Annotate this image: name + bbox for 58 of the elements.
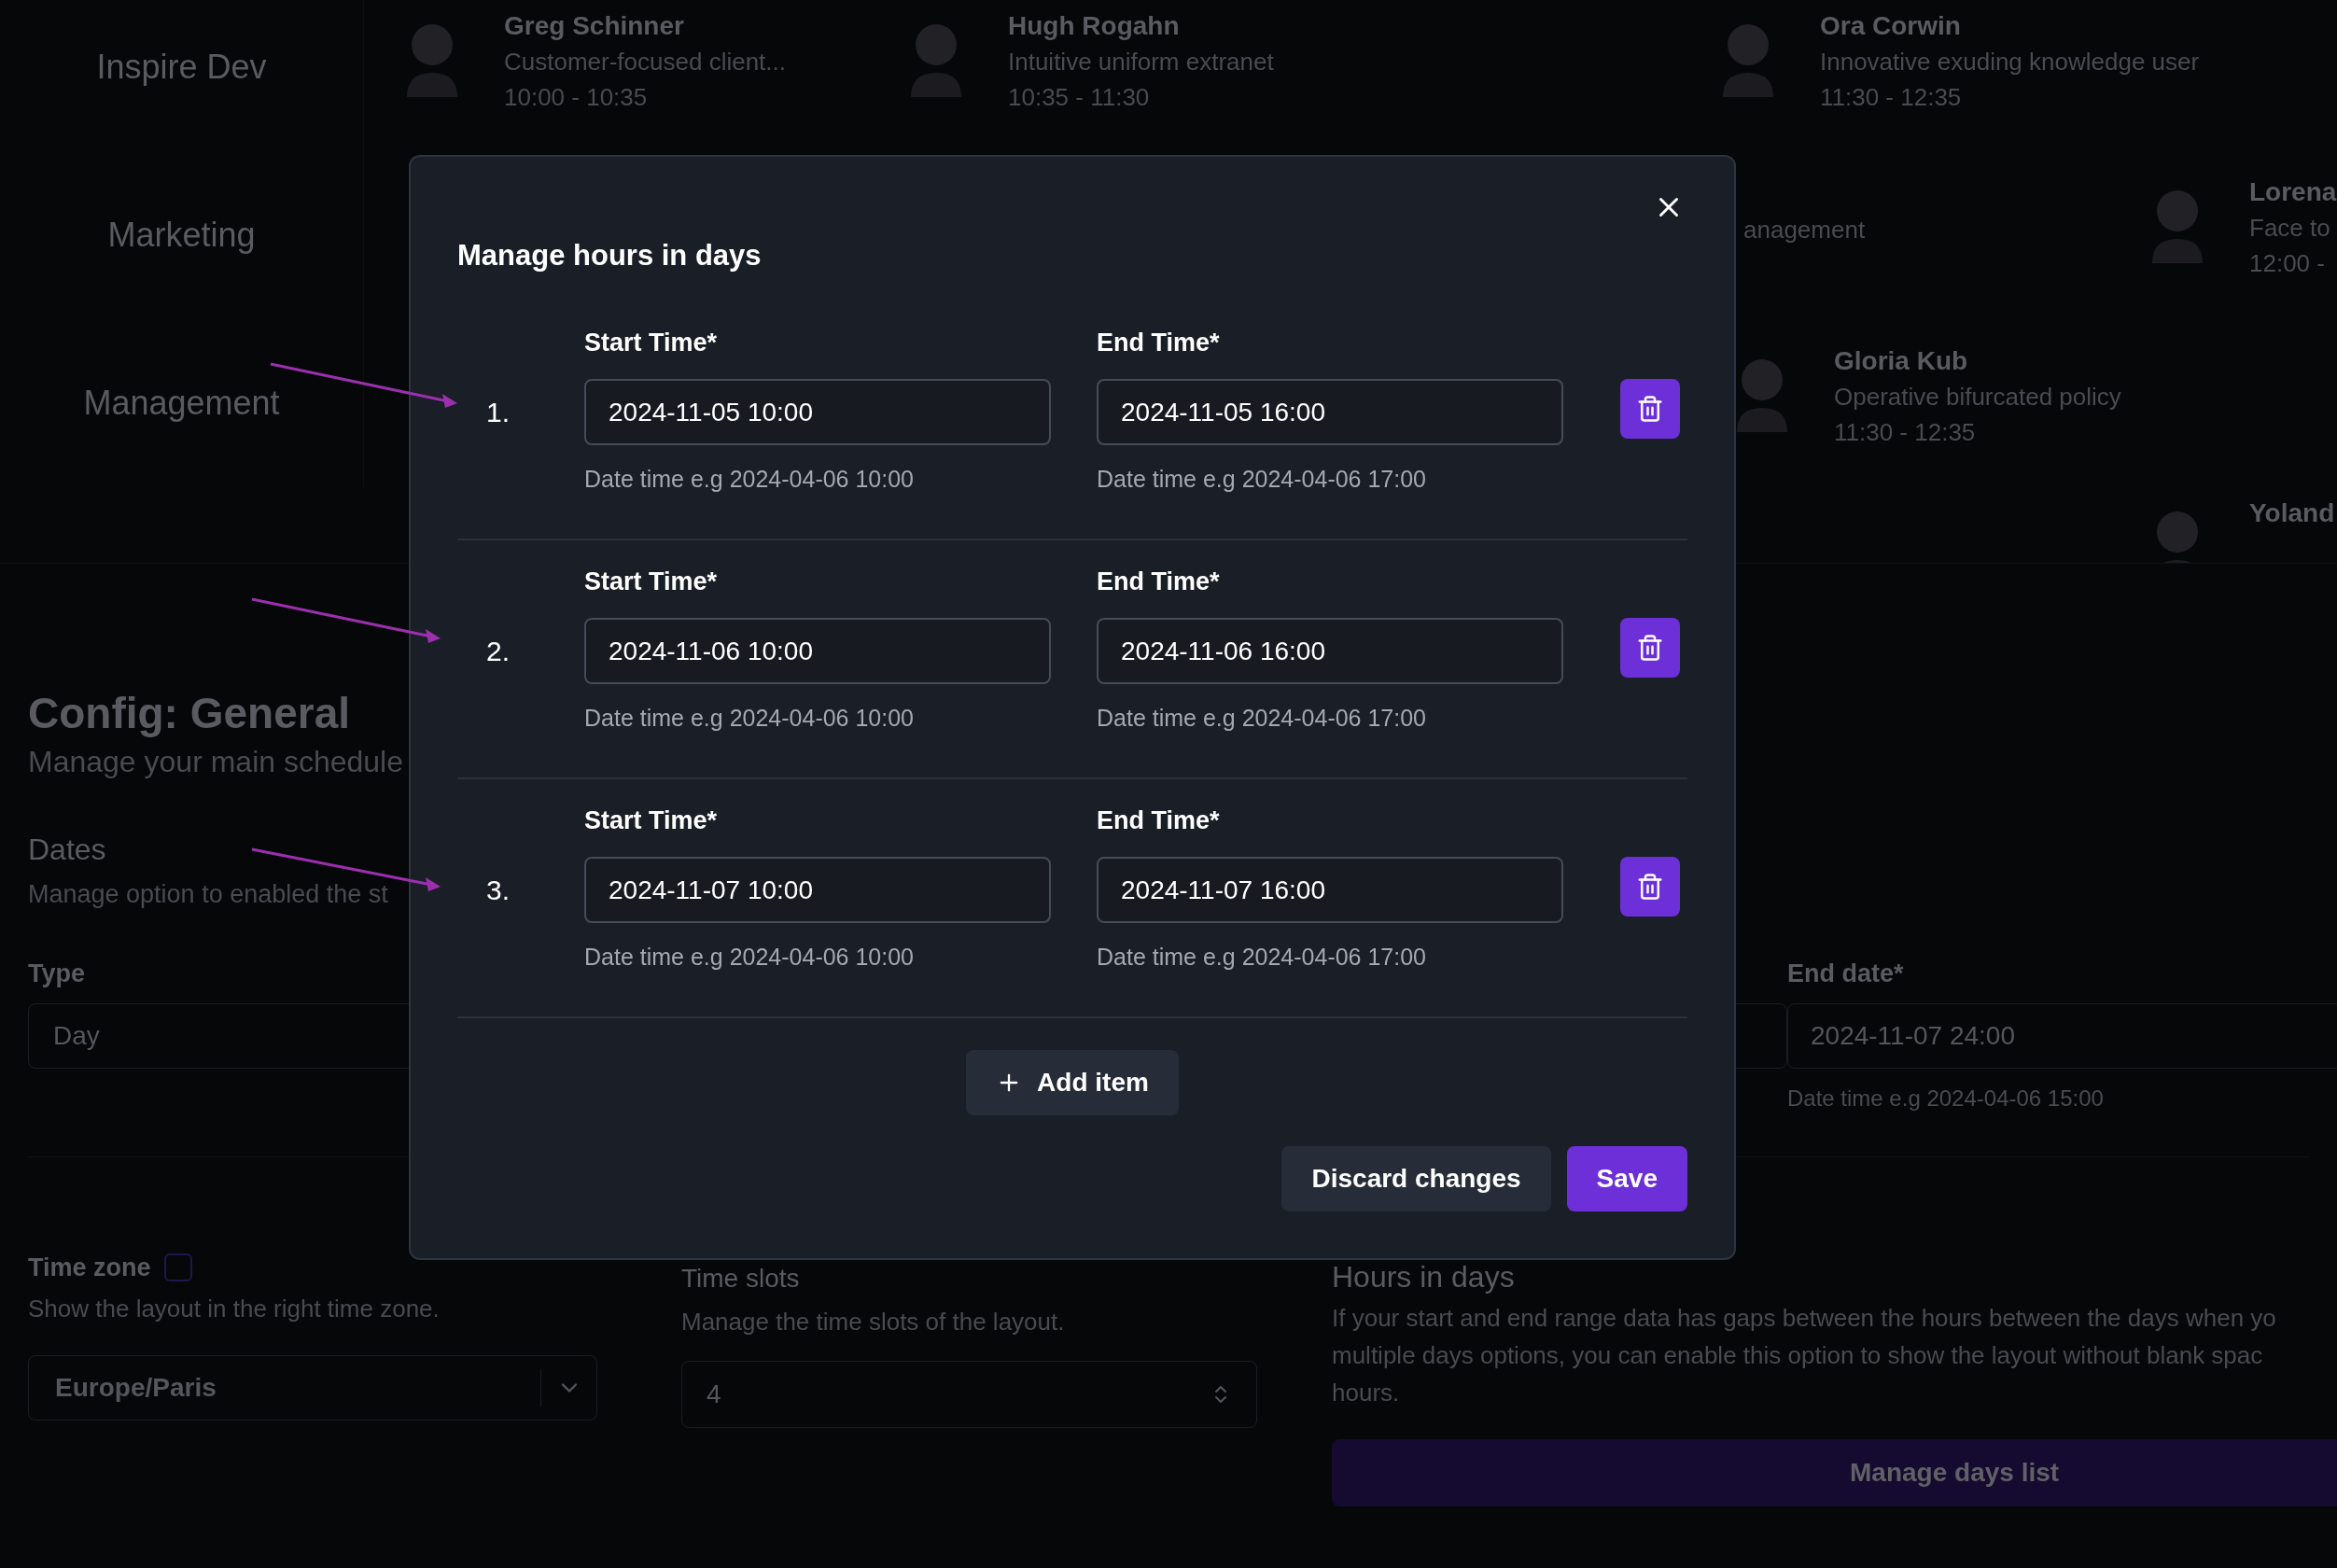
field-description: Manage the time slots of the layout. [681,1307,1065,1337]
event-name: Greg Schinner [504,10,685,42]
event-time: 12:00 - [2249,248,2326,279]
field-label: End Time* [1097,567,1221,596]
event-name: Hugh Rogahn [1008,10,1181,42]
datetime-field[interactable]: 2024-11-07 16:00 [1097,857,1563,923]
field-label: End Time* [1097,805,1221,835]
event-time: 11:30 - 12:35 [1834,417,1977,448]
page-title: Config: General [28,688,351,739]
section-description: Manage option to enabled the st [28,879,388,910]
section-title: Dates [28,832,106,868]
event-name: Lorena [2249,176,2337,208]
save-button[interactable]: Save [1566,1146,1687,1211]
datetime-field[interactable]: 2024-11-05 16:00 [1097,379,1563,445]
add-item-button[interactable]: Add item [966,1050,1179,1115]
field-label: Type [28,959,85,989]
event-name: Yoland [2249,497,2335,529]
field-hint: Date time e.g 2024-04-06 17:00 [1097,704,1427,732]
field-hint: Date time e.g 2024-04-06 17:00 [1097,943,1427,971]
event-description: Operative bifurcated policy [1834,382,2121,413]
modal-title: Manage hours in days [457,238,763,273]
event-description: Face to [2249,213,2331,244]
field-hint: Date time e.g 2024-04-06 10:00 [584,704,915,732]
field-hint: Date time e.g 2024-04-06 17:00 [1097,465,1427,493]
field-label: Start Time* [584,567,719,596]
row-label: Inspire Dev [96,47,267,88]
item-number: 1. [486,396,511,429]
event-time: 10:35 - 11:30 [1008,82,1151,113]
event-description: anagement [1743,215,1866,245]
field-hint: Date time e.g 2024-04-06 15:00 [1787,1085,2104,1113]
discard-button[interactable]: Discard changes [1281,1146,1551,1211]
field-label: Start Time* [584,805,719,835]
field-label: Start Time* [584,328,719,357]
section-title: Time slots [681,1263,800,1295]
event-name: Gloria Kub [1834,345,1969,377]
page-subtitle: Manage your main schedule [28,744,403,780]
field-description: Show the layout in the right time zone. [28,1294,440,1324]
field-label: Time zone [28,1253,151,1283]
datetime-field[interactable]: 2024-11-06 16:00 [1097,618,1563,684]
field-hint: Date time e.g 2024-04-06 10:00 [584,943,915,971]
event-time: 10:00 - 10:35 [504,82,649,113]
event-description: Customer-focused client... [504,47,786,77]
event-description: Intuitive uniform extranet [1008,47,1274,77]
field-label: End date* [1787,959,1904,989]
datetime-field[interactable]: 2024-11-07 10:00 [584,857,1051,923]
field-hint: Date time e.g 2024-04-06 10:00 [584,465,915,493]
event-time: 11:30 - 12:35 [1820,82,1963,113]
section-description: If your start and end range data has gaps between the hours between the days when yo multiple days options, you can enable this option to show the layout without blank spac hours. [1332,1303,2276,1408]
row-label: Management [83,383,280,424]
field-label: End Time* [1097,328,1221,357]
event-description: Innovative exuding knowledge user [1820,47,2200,77]
item-number: 3. [486,874,511,907]
event-name: Ora Corwin [1820,10,1962,42]
item-number: 2. [486,635,511,668]
datetime-field[interactable]: 2024-11-06 10:00 [584,618,1051,684]
row-label: Marketing [107,215,256,256]
datetime-field[interactable]: 2024-11-05 10:00 [584,379,1051,445]
section-title: Hours in days [1332,1259,1515,1295]
